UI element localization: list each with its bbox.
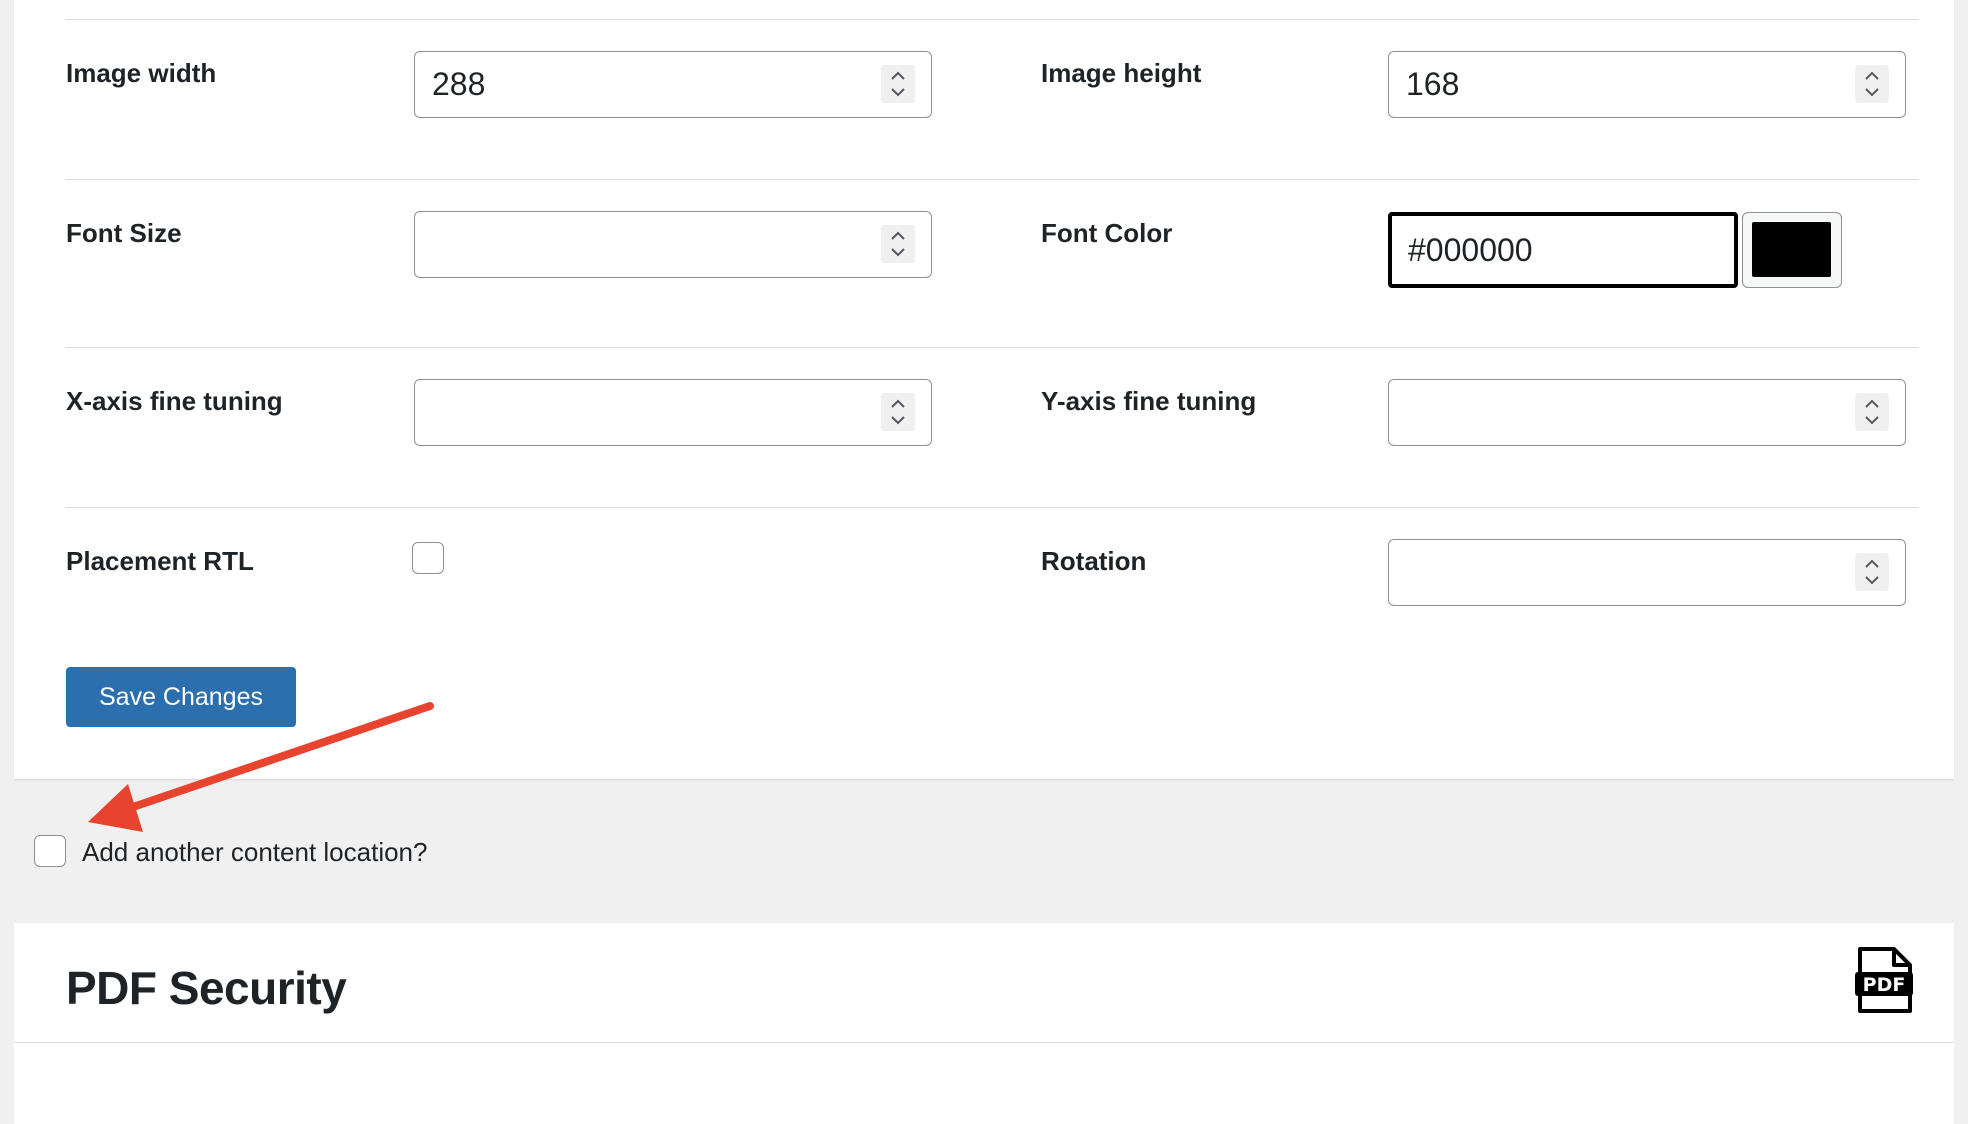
placement-rtl-checkbox[interactable]	[412, 542, 444, 574]
y-axis-spinner[interactable]	[1855, 393, 1889, 431]
add-location-label[interactable]: Add another content location?	[82, 837, 427, 868]
pdf-file-icon: PDF	[1855, 947, 1913, 1013]
color-swatch	[1752, 222, 1831, 277]
svg-text:PDF: PDF	[1863, 974, 1906, 996]
spinner-arrows-icon	[891, 231, 905, 257]
image-height-value: 168	[1406, 66, 1460, 102]
divider	[66, 507, 1918, 508]
x-axis-input[interactable]	[414, 379, 932, 446]
image-height-input[interactable]: 168	[1388, 51, 1906, 118]
divider	[66, 19, 1918, 20]
spinner-arrows-icon	[1865, 71, 1879, 97]
image-width-input[interactable]: 288	[414, 51, 932, 118]
image-height-spinner[interactable]	[1855, 65, 1889, 103]
x-axis-label: X-axis fine tuning	[66, 386, 283, 416]
font-color-value: #000000	[1408, 232, 1533, 268]
spinner-arrows-icon	[891, 399, 905, 425]
divider	[14, 1042, 1954, 1043]
save-changes-button[interactable]: Save Changes	[66, 667, 296, 727]
x-axis-spinner[interactable]	[881, 393, 915, 431]
pdf-security-title: PDF Security	[66, 962, 347, 1014]
font-color-input[interactable]: #000000	[1388, 212, 1738, 288]
placement-rtl-label: Placement RTL	[66, 546, 254, 576]
y-axis-input[interactable]	[1388, 379, 1906, 446]
pdf-security-card: PDF Security PDF	[14, 923, 1954, 1124]
image-width-spinner[interactable]	[881, 65, 915, 103]
y-axis-label: Y-axis fine tuning	[1041, 386, 1257, 416]
spinner-arrows-icon	[1865, 559, 1879, 585]
image-width-label: Image width	[66, 58, 217, 88]
divider	[66, 179, 1918, 180]
spinner-arrows-icon	[1865, 399, 1879, 425]
font-color-label: Font Color	[1041, 218, 1173, 248]
rotation-input[interactable]	[1388, 539, 1906, 606]
add-location-checkbox[interactable]	[34, 835, 66, 867]
rotation-spinner[interactable]	[1855, 553, 1889, 591]
rotation-label: Rotation	[1041, 546, 1147, 576]
image-height-label: Image height	[1041, 58, 1202, 88]
settings-card: Image width 288 Image height 168 Font Si…	[14, 0, 1954, 780]
font-size-spinner[interactable]	[881, 225, 915, 263]
font-size-label: Font Size	[66, 218, 182, 248]
font-size-input[interactable]	[414, 211, 932, 278]
image-width-value: 288	[432, 66, 486, 102]
spinner-arrows-icon	[891, 71, 905, 97]
divider	[66, 347, 1918, 348]
color-picker-button[interactable]	[1742, 212, 1842, 288]
